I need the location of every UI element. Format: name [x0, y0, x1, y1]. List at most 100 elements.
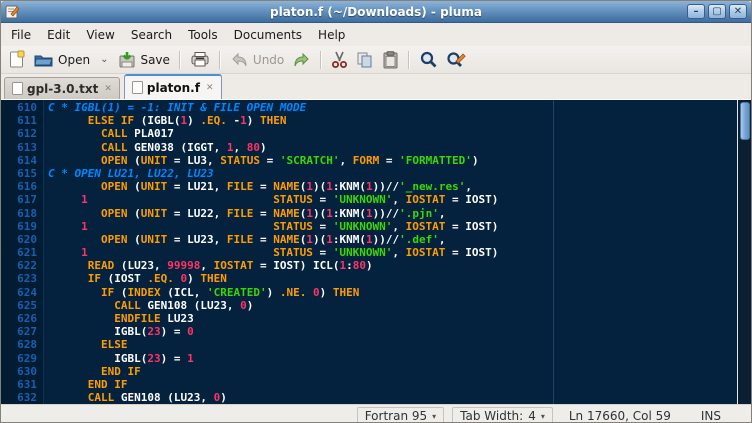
replace-button[interactable] — [442, 49, 470, 71]
toolbar-separator — [320, 51, 322, 69]
window-title: platon.f (~/Downloads) - pluma — [1, 5, 751, 19]
code-text: END IF — [44, 365, 141, 378]
code-text: CALL GEN038 (IGGT, 1, 80) — [44, 141, 267, 154]
cut-icon — [331, 51, 348, 69]
code-text: 1 STATUS = 'UNKNOWN', IOSTAT = IOST) — [44, 246, 498, 259]
tab-gpl-3-0-txt[interactable]: gpl-3.0.txt ✕ — [4, 77, 120, 99]
tab-platon-f[interactable]: platon.f ✕ — [124, 74, 222, 99]
print-button[interactable] — [186, 49, 214, 70]
tab-width-selector[interactable]: Tab Width: 4 ▾ — [452, 407, 553, 423]
undo-icon — [230, 52, 249, 68]
minimize-button[interactable]: – — [687, 4, 705, 19]
dropdown-arrow-icon: ▾ — [432, 412, 436, 421]
menu-search[interactable]: Search — [123, 25, 180, 45]
copy-icon — [356, 51, 374, 69]
scrollbar-thumb[interactable] — [740, 102, 750, 140]
code-line: 628 ELSE — [1, 338, 737, 351]
code-line: 612 CALL PLA017 — [1, 127, 737, 140]
paste-icon — [382, 51, 399, 69]
tabbar: gpl-3.0.txt ✕ platon.f ✕ — [1, 74, 751, 99]
code-line: 627 IGBL(23) = 0 — [1, 325, 737, 338]
open-button-label: Open — [58, 53, 90, 67]
line-number: 620 — [1, 233, 44, 246]
code-line: 631 END IF — [1, 378, 737, 391]
line-number: 632 — [1, 391, 44, 404]
menu-file[interactable]: File — [3, 25, 39, 45]
editor-view[interactable]: 610C * IGBL(1) = -1: INIT & FILE OPEN MO… — [1, 99, 751, 404]
line-number: 629 — [1, 352, 44, 365]
save-icon — [118, 51, 136, 69]
redo-button[interactable] — [288, 50, 315, 70]
menu-documents[interactable]: Documents — [226, 25, 310, 45]
code-text: OPEN (UNIT = LU23, FILE = NAME(1)(1:KNM(… — [44, 233, 445, 246]
new-document-button[interactable] — [5, 48, 30, 71]
save-button-label: Save — [140, 53, 169, 67]
language-label: Fortran 95 — [365, 409, 427, 423]
menu-edit[interactable]: Edit — [39, 25, 78, 45]
line-number: 613 — [1, 141, 44, 154]
menu-tools[interactable]: Tools — [180, 25, 226, 45]
tab-close-icon[interactable]: ✕ — [204, 83, 214, 93]
line-number: 618 — [1, 207, 44, 220]
toolbar: Open ⌄ Save Undo — [1, 46, 751, 74]
vertical-scrollbar[interactable] — [737, 100, 751, 404]
line-number: 628 — [1, 338, 44, 351]
code-text: ELSE — [44, 338, 127, 351]
line-number: 611 — [1, 114, 44, 127]
code-line: 614 OPEN (UNIT = LU3, STATUS = 'SCRATCH'… — [1, 154, 737, 167]
document-icon — [132, 81, 143, 94]
replace-icon — [446, 51, 466, 69]
maximize-button[interactable]: ▢ — [708, 4, 726, 19]
document-icon — [12, 82, 23, 95]
line-number: 627 — [1, 325, 44, 338]
insert-mode-indicator: INS — [701, 409, 721, 423]
line-number: 612 — [1, 127, 44, 140]
find-icon — [419, 51, 438, 69]
dropdown-arrow-icon: ▾ — [541, 412, 545, 421]
language-selector[interactable]: Fortran 95 ▾ — [357, 407, 444, 423]
line-number: 621 — [1, 246, 44, 259]
code-line: 620 OPEN (UNIT = LU23, FILE = NAME(1)(1:… — [1, 233, 737, 246]
titlebar: platon.f (~/Downloads) - pluma – ▢ ✕ — [1, 1, 751, 23]
line-number: 626 — [1, 312, 44, 325]
tab-close-icon[interactable]: ✕ — [102, 84, 112, 94]
code-line: 622 READ (LU23, 99998, IOSTAT = IOST) IC… — [1, 259, 737, 272]
code-text: CALL GEN108 (LU23, 0) — [44, 299, 253, 312]
menubar: File Edit View Search Tools Documents He… — [1, 23, 751, 46]
line-number: 631 — [1, 378, 44, 391]
code-line: 618 OPEN (UNIT = LU22, FILE = NAME(1)(1:… — [1, 207, 737, 220]
save-button[interactable]: Save — [114, 49, 173, 71]
find-button[interactable] — [415, 49, 442, 71]
code-text: C * OPEN LU21, LU22, LU23 — [44, 167, 214, 180]
code-line: 629 IGBL(23) = 1 — [1, 352, 737, 365]
copy-button[interactable] — [352, 49, 378, 71]
toolbar-separator — [219, 51, 221, 69]
code-line: 632 CALL GEN108 (LU23, 0) — [1, 391, 737, 404]
chevron-down-icon: ⌄ — [98, 54, 110, 65]
code-line: 617 1 STATUS = 'UNKNOWN', IOSTAT = IOST) — [1, 193, 737, 206]
code-line: 619 1 STATUS = 'UNKNOWN', IOSTAT = IOST) — [1, 220, 737, 233]
open-recent-dropdown[interactable]: ⌄ — [94, 52, 114, 67]
line-number: 623 — [1, 272, 44, 285]
code-text: IGBL(23) = 0 — [44, 325, 194, 338]
code-text: 1 STATUS = 'UNKNOWN', IOSTAT = IOST) — [44, 220, 498, 233]
cursor-position: Ln 17660, Col 59 — [569, 409, 687, 423]
open-button[interactable]: Open — [30, 50, 94, 70]
code-text: READ (LU23, 99998, IOSTAT = IOST) ICL(1:… — [44, 259, 373, 272]
statusbar: Fortran 95 ▾ Tab Width: 4 ▾ Ln 17660, Co… — [1, 404, 751, 423]
line-number: 624 — [1, 286, 44, 299]
paste-button[interactable] — [378, 49, 403, 71]
tab-width-value: 4 — [528, 409, 536, 423]
code-text: CALL GEN108 (LU23, 0) — [44, 391, 227, 404]
cut-button[interactable] — [327, 49, 352, 71]
line-number: 614 — [1, 154, 44, 167]
menu-help[interactable]: Help — [310, 25, 353, 45]
line-number: 619 — [1, 220, 44, 233]
menu-view[interactable]: View — [78, 25, 122, 45]
undo-button[interactable]: Undo — [226, 50, 288, 70]
close-button[interactable]: ✕ — [729, 4, 747, 19]
code-text: IF (INDEX (ICL, 'CREATED') .NE. 0) THEN — [44, 286, 359, 299]
code-line: 610C * IGBL(1) = -1: INIT & FILE OPEN MO… — [1, 101, 737, 114]
code-line: 611 ELSE IF (IGBL(1) .EQ. -1) THEN — [1, 114, 737, 127]
code-line: 623 IF (IOST .EQ. 0) THEN — [1, 272, 737, 285]
